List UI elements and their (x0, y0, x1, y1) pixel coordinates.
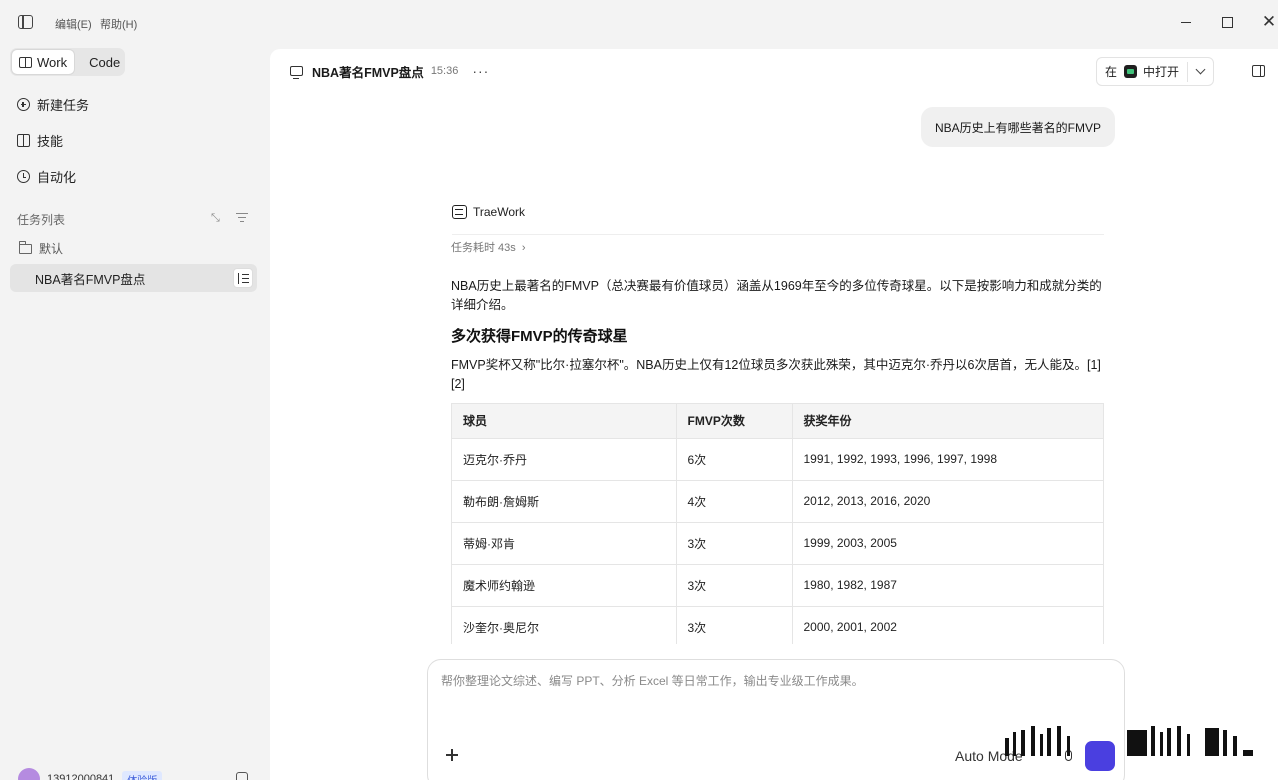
app-icon (1124, 65, 1138, 78)
task-list-label: 任务列表 (17, 213, 66, 227)
table-cell: 魔术师约翰逊 (452, 564, 677, 607)
table-row: 蒂姆·邓肯 3次 1999, 2003, 2005 (452, 522, 1103, 565)
task-tree-icon[interactable] (233, 268, 253, 288)
maximize-icon[interactable] (1219, 13, 1235, 31)
user-message: NBA历史上有哪些著名的FMVP (921, 107, 1116, 147)
section-heading: 多次获得FMVP的传奇球星 (451, 328, 628, 345)
intro-text: NBA历史上最著名的FMVP（总决赛最有价值球员）涵盖从1969年至今的多位传奇… (451, 279, 1102, 312)
table-cell: 1980, 1982, 1987 (792, 564, 1103, 607)
more-icon[interactable]: ··· (472, 63, 489, 79)
folder-default[interactable]: 默认 (18, 240, 64, 257)
duration-label: 任务耗时 43s (451, 242, 516, 254)
book-icon (17, 134, 30, 147)
avatar[interactable] (18, 768, 40, 780)
menu-edit[interactable]: 编辑(E) (55, 16, 92, 32)
sidebar-toggle-icon[interactable] (18, 15, 33, 29)
sidebar-item-label: 自动化 (37, 170, 77, 185)
page-title: NBA著名FMVP盘点 (312, 65, 424, 80)
table-cell: 沙奎尔·奥尼尔 (452, 606, 677, 644)
sidebar-item-automation[interactable]: 自动化 (17, 167, 76, 186)
mode-code-button[interactable]: Code (82, 50, 127, 74)
open-in-suffix: 中打开 (1143, 65, 1180, 79)
table-cell: 蒂姆·邓肯 (452, 522, 677, 565)
sidebar-item-label: 新建任务 (37, 98, 90, 113)
table-row: 勒布朗·詹姆斯 4次 2012, 2013, 2016, 2020 (452, 480, 1103, 523)
table-cell: 3次 (676, 606, 793, 644)
main-panel: NBA著名FMVP盘点 15:36 ··· 在 中打开 NBA历史上有哪些著名的… (270, 49, 1278, 780)
mode-work-button[interactable]: Work (12, 50, 75, 74)
agent-name: TraeWork (473, 205, 526, 219)
divider (452, 234, 1104, 235)
close-icon[interactable]: ✕ (1261, 13, 1277, 31)
agent-logo-icon (452, 205, 467, 219)
chevron-down-icon[interactable] (1195, 64, 1206, 75)
book-icon (19, 56, 32, 68)
menu-help[interactable]: 帮助(H) (100, 16, 137, 32)
fmvp-table: 球员 FMVP次数 获奖年份 迈克尔·乔丹 6次 1991, 1992, 199… (451, 403, 1104, 644)
divider (1187, 62, 1188, 82)
task-duration[interactable]: 任务耗时 43s › (451, 239, 526, 255)
folder-icon (18, 241, 32, 254)
waveform-graphic (1005, 724, 1260, 756)
task-item-label: NBA著名FMVP盘点 (35, 272, 146, 287)
chevron-right-icon: › (521, 242, 526, 254)
table-cell: 2012, 2013, 2016, 2020 (792, 480, 1103, 523)
clock-icon (17, 170, 30, 183)
table-cell: 4次 (676, 480, 793, 523)
table-cell: 勒布朗·詹姆斯 (452, 480, 677, 523)
section-text: FMVP奖杯又称"比尔·拉塞尔杯"。NBA历史上仅有12位球员多次获此殊荣，其中… (451, 358, 1101, 391)
table-cell: 迈克尔·乔丹 (452, 438, 677, 481)
sidebar-item-label: 技能 (37, 134, 64, 149)
user-phone: 13912000841 (47, 773, 115, 780)
table-cell: 6次 (676, 438, 793, 481)
composer: Auto Mode (427, 659, 1125, 780)
open-in-prefix: 在 (1105, 65, 1118, 79)
table-header-row: 球员 FMVP次数 获奖年份 (452, 404, 1103, 439)
folder-label: 默认 (39, 242, 64, 256)
table-header: 获奖年份 (792, 404, 1103, 439)
sidebar-item-skills[interactable]: 技能 (17, 131, 63, 150)
open-in-button[interactable]: 在 中打开 (1096, 57, 1214, 86)
collapse-icon[interactable]: ⤡ (211, 212, 223, 224)
panel-toggle-icon[interactable] (1252, 65, 1265, 77)
task-item-active[interactable]: NBA著名FMVP盘点 (10, 264, 257, 292)
table-cell: 2000, 2001, 2002 (792, 606, 1103, 644)
agent-header: TraeWork (452, 205, 525, 219)
sidebar-item-new-task[interactable]: 新建任务 (17, 95, 89, 114)
filter-icon[interactable] (236, 213, 248, 223)
plus-circle-icon (17, 98, 30, 111)
device-icon[interactable] (236, 772, 248, 780)
table-header: FMVP次数 (676, 404, 793, 439)
table-cell: 1991, 1992, 1993, 1996, 1997, 1998 (792, 438, 1103, 481)
table-header: 球员 (452, 404, 677, 439)
monitor-icon (290, 66, 303, 79)
mode-work-label: Work (37, 54, 68, 70)
add-attachment-icon[interactable] (446, 748, 460, 762)
chat-time: 15:36 (430, 65, 459, 77)
table-row: 魔术师约翰逊 3次 1980, 1982, 1987 (452, 564, 1103, 607)
user-bar[interactable]: 13912000841 体验版 (18, 768, 163, 780)
chat-header: NBA著名FMVP盘点 15:36 ··· (290, 62, 489, 80)
plan-badge: 体验版 (122, 770, 163, 780)
minimize-icon[interactable] (1178, 13, 1194, 31)
table-cell: 3次 (676, 522, 793, 565)
table-cell: 3次 (676, 564, 793, 607)
mode-switch: Work Code (10, 48, 125, 76)
table-row: 沙奎尔·奥尼尔 3次 2000, 2001, 2002 (452, 606, 1103, 644)
prompt-input[interactable] (441, 674, 1101, 688)
table-row: 迈克尔·乔丹 6次 1991, 1992, 1993, 1996, 1997, … (452, 438, 1103, 481)
table-cell: 1999, 2003, 2005 (792, 522, 1103, 565)
title-bar: 编辑(E) 帮助(H) ✕ (0, 0, 1278, 46)
